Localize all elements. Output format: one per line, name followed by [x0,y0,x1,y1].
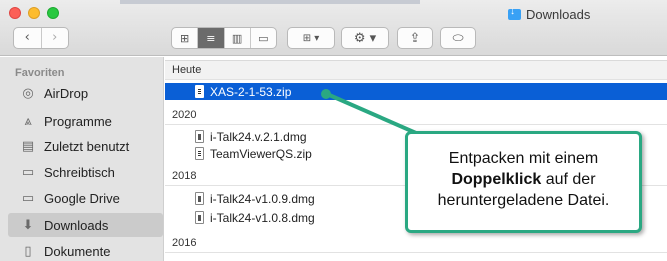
file-name: TeamViewerQS.zip [210,146,312,161]
sidebar-item-desktop[interactable]: ▭ Schreibtisch [8,160,163,184]
toolbar: Downloads ‹ › ⊞ ≡ ▥ ▭ ⊞ ▾ ⚙ ▾ ⇪ ⬭ [0,0,667,56]
applications-icon: ⩓ [24,113,32,129]
file-name: XAS-2-1-53.zip [210,84,292,99]
back-forward-group: ‹ › [13,27,69,49]
sidebar-item-programme[interactable]: ⩓ Programme [8,109,163,133]
icon-view-button[interactable]: ⊞ [172,28,197,48]
instruction-callout: Entpacken mit einem Doppelklick auf der … [405,131,642,233]
desktop-icon: ▭ [21,164,35,180]
sidebar-item-documents[interactable]: ▯ Dokumente [8,239,163,261]
dmg-file-icon [195,192,204,205]
list-view-button[interactable]: ≡ [197,28,224,48]
sidebar-item-label: Google Drive [44,190,120,206]
airdrop-icon: ◎ [22,85,34,101]
zoom-button[interactable] [47,7,59,19]
column-view-button[interactable]: ▥ [223,28,250,48]
dmg-file-icon [195,130,204,143]
group-by-icon: ⊞ ▾ [302,32,320,44]
callout-line-1: Entpacken mit einem [448,150,599,167]
file-row[interactable]: XAS-2-1-53.zip [165,83,667,100]
section-heading-today: Heute [165,60,667,80]
gallery-view-button[interactable]: ▭ [249,28,276,48]
sidebar-item-label: Dokumente [44,243,111,259]
file-name: i-Talk24-v1.0.9.dmg [210,191,315,206]
section-heading-2020: 2020 [165,105,667,125]
sidebar-item-label: Downloads [44,217,109,233]
close-button[interactable] [9,7,21,19]
group-by-button[interactable]: ⊞ ▾ [287,27,335,49]
background-window-strip [120,0,420,4]
minimize-button[interactable] [28,7,40,19]
window-title: Downloads [508,6,590,22]
share-button[interactable]: ⇪ [397,27,433,49]
callout-bold-text: Doppelklick [451,171,542,188]
callout-line-2: Doppelklick auf der [408,169,639,190]
section-heading-2016: 2016 [165,233,667,253]
tag-icon: ⬭ [452,30,464,46]
sidebar-item-downloads[interactable]: ⬇ Downloads [8,213,163,237]
sidebar: Favoriten ◎ AirDrop ⩓ Programme ▤ Zuletz… [0,57,164,261]
sidebar-item-recents[interactable]: ▤ Zuletzt benutzt [8,134,163,158]
zip-file-icon [195,85,204,98]
forward-button[interactable]: › [40,28,69,48]
callout-line-3: heruntergeladene Datei. [437,192,610,209]
window-title-label: Downloads [526,6,591,22]
sidebar-item-airdrop[interactable]: ◎ AirDrop [8,81,163,105]
sidebar-item-label: Schreibtisch [44,164,115,180]
sidebar-heading: Favoriten [15,67,65,79]
downloads-folder-icon [508,6,521,20]
gear-icon: ⚙ ▾ [353,30,377,46]
tag-button[interactable]: ⬭ [440,27,476,49]
dmg-file-icon [195,211,204,224]
view-mode-group: ⊞ ≡ ▥ ▭ [171,27,277,49]
file-name: i-Talk24-v1.0.8.dmg [210,210,315,225]
back-button[interactable]: ‹ [14,28,41,48]
file-name: i-Talk24.v.2.1.dmg [210,129,307,144]
documents-icon: ▯ [24,243,32,259]
sidebar-item-google-drive[interactable]: ▭ Google Drive [8,186,163,210]
recents-icon: ▤ [21,138,35,154]
callout-line-2-rest: auf der [541,171,596,188]
downloads-icon: ⬇ [22,217,34,233]
zip-file-icon [195,147,204,160]
share-icon: ⇪ [409,30,421,46]
sidebar-item-label: Zuletzt benutzt [44,138,130,154]
action-menu-button[interactable]: ⚙ ▾ [341,27,389,49]
sidebar-item-label: Programme [44,113,112,129]
folder-icon: ▭ [21,190,35,206]
sidebar-item-label: AirDrop [44,85,89,101]
